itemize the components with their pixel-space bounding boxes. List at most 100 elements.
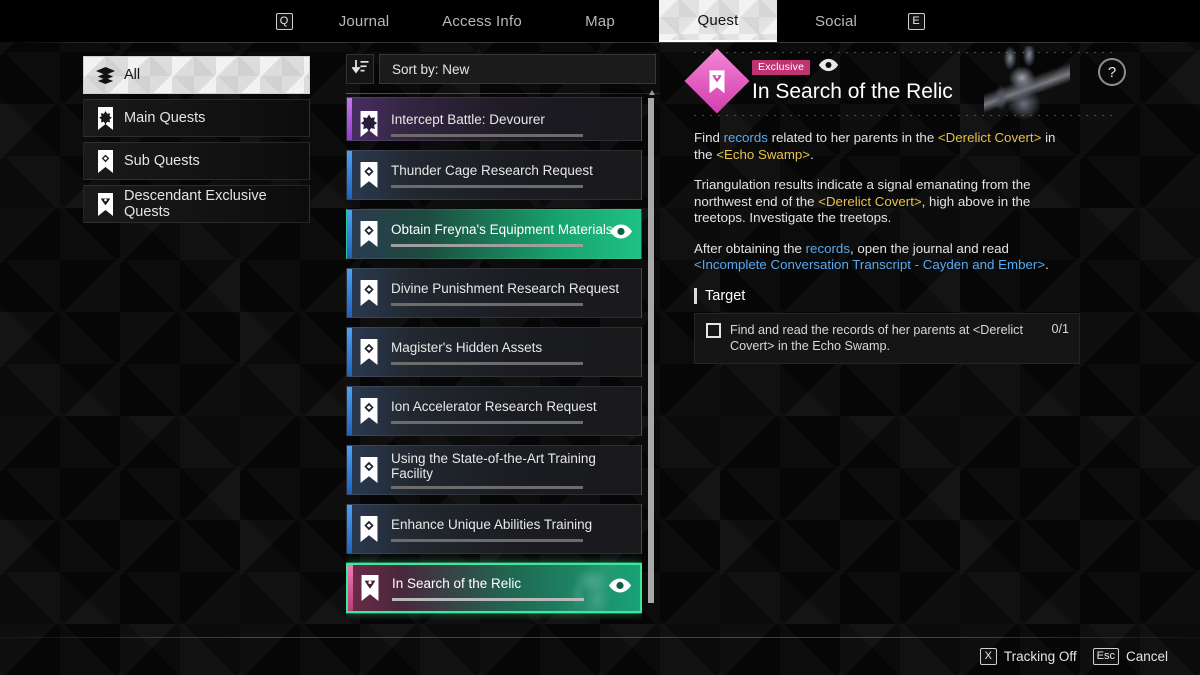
exclusive-quest-bookmark-icon: [348, 575, 392, 601]
quest-character-art: [984, 46, 1070, 120]
list-item[interactable]: Obtain Freyna's Equipment Materials 1: [346, 209, 642, 259]
eye-icon[interactable]: [818, 58, 839, 77]
quest-progress-bar: [391, 303, 583, 306]
main-quest-bookmark-icon: [347, 111, 391, 137]
tracking-eye-icon[interactable]: [608, 578, 632, 599]
quest-body: Intercept Battle: Devourer: [391, 111, 641, 137]
sort-direction-button[interactable]: [346, 54, 374, 84]
quest-list[interactable]: Intercept Battle: Devourer Thunder Cage …: [346, 97, 642, 620]
key-x: X: [979, 648, 997, 665]
tab-journal-label: Journal: [338, 12, 390, 30]
sub-quest-bookmark-icon: [347, 280, 391, 306]
sort-descending-icon: [350, 59, 369, 79]
status-badge: Exclusive: [752, 59, 811, 76]
quest-body: Magister's Hidden Assets: [391, 339, 641, 365]
list-item[interactable]: Magister's Hidden Assets: [346, 327, 642, 377]
list-item[interactable]: Intercept Battle: Devourer: [346, 97, 642, 141]
sidebar-item-sub-quests-label: Sub Quests: [124, 153, 200, 169]
list-item[interactable]: Enhance Unique Abilities Training: [346, 504, 642, 554]
hint-cancel-label: Cancel: [1125, 649, 1168, 664]
sidebar-item-main-quests[interactable]: Main Quests: [83, 99, 310, 137]
quest-title: Thunder Cage Research Request: [391, 163, 593, 178]
quest-title: Intercept Battle: Devourer: [391, 112, 545, 127]
bottom-hint-bar: X Tracking Off Esc Cancel: [0, 638, 1200, 675]
sub-quest-bookmark-icon: [347, 339, 391, 365]
quest-body: Enhance Unique Abilities Training: [391, 516, 641, 542]
sidebar-item-descendant-exclusive-quests-label: Descendant Exclusive Quests: [124, 188, 267, 220]
quest-list-divider: [346, 93, 660, 94]
quest-progress-bar: [391, 486, 583, 489]
scrollbar-thumb[interactable]: [648, 98, 654, 603]
quest-body: Ion Accelerator Research Request: [391, 398, 641, 424]
quest-description-paragraph: Find records related to her parents in t…: [694, 130, 1062, 163]
quest-title: Using the State-of-the-Art Training Faci…: [391, 451, 596, 481]
quest-title: Enhance Unique Abilities Training: [391, 517, 593, 532]
tab-access-info[interactable]: Access Info: [423, 0, 541, 42]
next-tab-key[interactable]: E: [907, 12, 925, 30]
hint-tracking-off[interactable]: X Tracking Off: [979, 648, 1077, 665]
list-item[interactable]: Thunder Cage Research Request: [346, 150, 642, 200]
prev-tab-key[interactable]: Q: [275, 12, 293, 30]
desc-link-transcript[interactable]: <Incomplete Conversation Transcript - Ca…: [694, 257, 1045, 272]
target-progress-count: 0/1: [1051, 321, 1069, 336]
tab-map[interactable]: Map: [541, 0, 659, 42]
help-button[interactable]: ?: [1098, 58, 1126, 86]
desc-text: , open the journal and read: [849, 240, 1009, 256]
tracking-eye-icon[interactable]: [609, 224, 633, 245]
target-heading: Target: [694, 287, 1118, 304]
quest-title: Divine Punishment Research Request: [391, 281, 620, 296]
quest-progress-bar: [392, 598, 584, 601]
quest-progress-bar: [391, 421, 583, 424]
exclusive-quest-bookmark-icon: [95, 192, 115, 216]
key-esc: Esc: [1092, 648, 1119, 665]
main-quest-bookmark-icon: [95, 106, 115, 130]
tab-quest-label: Quest: [697, 11, 739, 29]
desc-link-records[interactable]: records: [724, 130, 768, 145]
quest-title: In Search of the Relic: [392, 576, 522, 591]
desc-location-derelict-covert: <Derelict Covert>: [937, 130, 1042, 145]
desc-location-echo-swamp: <Echo Swamp>: [716, 146, 811, 162]
sort-row: Sort by: New: [346, 54, 656, 84]
sub-quest-bookmark-icon: [347, 398, 391, 424]
sort-by-select[interactable]: Sort by: New: [379, 54, 656, 84]
list-item-selected[interactable]: In Search of the Relic: [346, 563, 642, 613]
target-heading-label: Target: [705, 287, 746, 304]
help-question-icon: ?: [1107, 63, 1117, 81]
quest-progress-bar: [391, 185, 583, 188]
sidebar-item-sub-quests[interactable]: Sub Quests: [83, 142, 310, 180]
sub-quest-bookmark-icon: [347, 516, 391, 542]
sub-quest-bookmark-icon: [95, 149, 115, 173]
quest-list-scrollbar[interactable]: [648, 90, 655, 618]
layers-icon: [95, 64, 115, 86]
sidebar-item-main-quests-label: Main Quests: [124, 110, 206, 126]
sidebar-item-all-label: All: [124, 67, 141, 83]
target-checkbox[interactable]: [706, 322, 721, 338]
desc-text: .: [1045, 257, 1049, 272]
quest-description: Find records related to her parents in t…: [694, 130, 1062, 274]
quest-badge-row: Exclusive: [752, 58, 953, 77]
desc-location-derelict-covert: <Derelict Covert>: [818, 193, 922, 209]
desc-link-records[interactable]: records: [806, 241, 850, 256]
sidebar-item-descendant-exclusive-quests[interactable]: Descendant Exclusive Quests: [83, 185, 310, 223]
quest-detail-panel: Exclusive In Search of the Relic ? Find …: [684, 46, 1126, 364]
quest-title: Obtain Freyna's Equipment Materials 1: [391, 222, 624, 237]
quest-description-paragraph: After obtaining the records, open the jo…: [694, 241, 1062, 274]
quest-body: Obtain Freyna's Equipment Materials 1: [391, 221, 641, 247]
tab-social[interactable]: Social: [777, 0, 895, 42]
list-item[interactable]: Ion Accelerator Research Request: [346, 386, 642, 436]
tab-quest[interactable]: Quest: [659, 0, 777, 42]
sub-quest-bookmark-icon: [347, 221, 391, 247]
desc-text: related to her parents in the: [767, 130, 938, 145]
desc-text: Find: [694, 130, 724, 145]
list-item[interactable]: Divine Punishment Research Request: [346, 268, 642, 318]
tab-access-info-label: Access Info: [442, 12, 522, 30]
hint-cancel[interactable]: Esc Cancel: [1092, 648, 1168, 665]
tab-journal[interactable]: Journal: [305, 0, 423, 42]
scroll-up-arrow-icon[interactable]: [649, 90, 655, 95]
topbar-divider: [0, 42, 1200, 43]
desc-text: .: [810, 146, 814, 162]
sidebar-item-all[interactable]: All: [83, 56, 310, 94]
quest-progress-bar: [391, 244, 583, 247]
list-item[interactable]: Using the State-of-the-Art Training Faci…: [346, 445, 642, 495]
sub-quest-bookmark-icon: [347, 162, 391, 188]
